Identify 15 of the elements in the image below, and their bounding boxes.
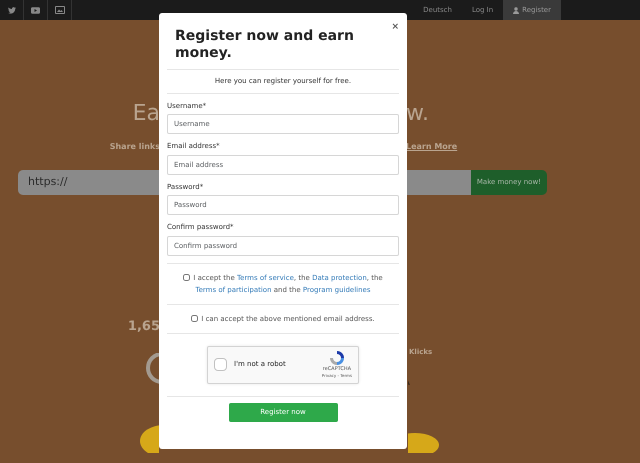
checkbox[interactable] (183, 274, 190, 280)
captcha-logo-icon (328, 350, 345, 366)
twitter-icon[interactable] (8, 6, 16, 14)
youtube-icon[interactable] (31, 6, 40, 14)
dialog-title: Register now and earn money. (175, 28, 355, 62)
image-icon[interactable] (54, 6, 64, 14)
close-button[interactable]: × (391, 21, 399, 34)
subtitle-text: Share links (110, 142, 160, 151)
checkbox[interactable] (191, 314, 198, 322)
stat-text: 1,65 (128, 319, 160, 334)
heading-text: Ea (132, 101, 160, 126)
heading-text: w. (406, 101, 429, 126)
user-icon (513, 6, 520, 14)
learn-more-link[interactable]: Learn More (406, 142, 458, 151)
captcha-checkbox[interactable] (214, 358, 227, 371)
